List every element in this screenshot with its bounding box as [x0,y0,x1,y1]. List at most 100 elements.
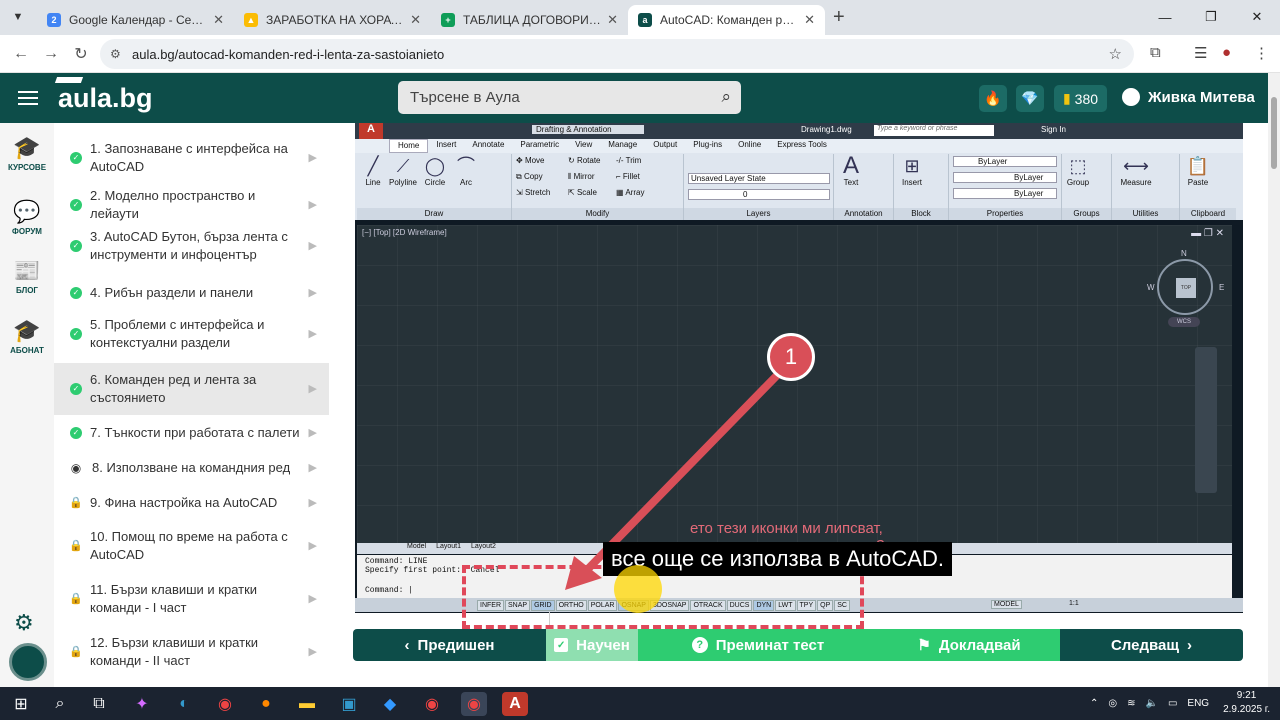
lesson-item[interactable]: 🔒 11. Бързи клавиши и кратки команди - I … [54,581,329,617]
forward-icon[interactable]: → [36,45,66,63]
settings-gear-icon[interactable]: ⚙ [14,610,34,636]
command-input[interactable]: Command: | [365,586,413,595]
volume-icon[interactable]: 🔈 [1146,698,1158,709]
ribbon-tab[interactable]: Express Tools [769,139,835,153]
close-window-button[interactable]: ✕ [1234,0,1280,34]
ribbon-tab[interactable]: Annotate [464,139,512,153]
annotation-scale[interactable]: 1:1 [1069,600,1079,607]
lesson-item[interactable]: ✓ 3. AutoCAD Бутон, бърза лента с инструм… [54,228,329,264]
user-menu[interactable]: Живка Митева [1122,88,1255,106]
page-scrollbar[interactable] [1268,73,1280,687]
minimize-button[interactable]: — [1142,0,1188,34]
measure-tool[interactable]: ⟷ Measure [1116,156,1156,187]
play-icon[interactable]: ▶ [309,149,317,167]
ribbon-tab[interactable]: Output [645,139,685,153]
battery-icon[interactable]: ▭ [1168,698,1177,709]
play-icon[interactable]: ▶ [309,424,317,442]
leftnav-item-блог[interactable]: 📰 БЛОГ [0,258,54,295]
chevron-up-icon[interactable]: ⌃ [1090,698,1098,709]
task-view-icon[interactable]: ⧉ [86,692,112,716]
ribbon-tab[interactable]: Manage [600,139,645,153]
url-field[interactable]: ⚙ aula.bg/autocad-komanden-red-i-lenta-z… [100,39,1134,69]
leftnav-item-абонат[interactable]: 🎓 АБОНАТ [0,318,54,355]
lesson-item[interactable]: ✓ 1. Запознаване с интерфейса на AutoCAD ▶ [54,140,329,176]
arc-tool[interactable]: ⌒ Arc [453,156,479,187]
array-tool[interactable]: ▦ Array [616,188,644,197]
tab-search-button[interactable]: ▼ [5,4,31,30]
wifi-icon[interactable]: ≋ [1127,698,1135,709]
chrome-profile-icon[interactable]: ◉ [419,692,445,716]
ribbon-tab[interactable]: Insert [428,139,464,153]
coins-badge[interactable]: ▮ 380 [1054,85,1107,112]
group-tool[interactable]: ⬚ Group [1064,156,1092,187]
passed-test-button[interactable]: ? Преминат тест [638,629,878,661]
screen-recorder-icon[interactable]: ▣ [336,692,362,716]
paste-tool[interactable]: 📋 Paste [1184,156,1212,187]
play-icon[interactable]: ▶ [309,237,317,255]
workspace-dropdown[interactable]: Drafting & Annotation [532,125,644,134]
ribbon-tab[interactable]: Online [730,139,769,153]
edge-icon[interactable]: ◐ [171,692,197,716]
meet-now-icon[interactable]: ◎ [1108,698,1117,709]
learned-button[interactable]: ✓ Научен [546,629,638,661]
lesson-item[interactable]: ✓ 7. Тънкости при работата с палети ▶ [54,421,329,445]
browser-tab[interactable]: a AutoCAD: Команден ред и ✕ [628,5,825,35]
chrome-active-icon[interactable]: ◉ [461,692,487,716]
close-tab-icon[interactable]: ✕ [804,12,815,28]
move-tool[interactable]: ✥ Move [516,156,545,165]
scrollbar-thumb[interactable] [1271,97,1277,169]
lineweight-dropdown[interactable]: ByLayer [953,188,1057,199]
viewport-label[interactable]: [−] [Top] [2D Wireframe] [362,228,447,237]
firefox-icon[interactable]: ● [253,692,279,716]
play-icon[interactable]: ▶ [309,643,317,661]
close-tab-icon[interactable]: ✕ [213,12,224,28]
circle-tool[interactable]: ◯ Circle [421,156,449,187]
play-icon[interactable]: ▶ [309,325,317,343]
lesson-item[interactable]: 🔒 9. Фина настройка на AutoCAD ▶ [54,491,329,515]
autocad-search[interactable]: Type a keyword or phrase [874,125,994,136]
trim-tool[interactable]: -/- Trim [616,156,641,165]
next-button[interactable]: Следващ › [1060,629,1243,661]
search-icon[interactable]: ⌕ [47,692,73,716]
streak-flame-icon[interactable]: 🔥 [979,85,1007,112]
rotate-tool[interactable]: ↻ Rotate [568,156,601,165]
ribbon-tab[interactable]: Home [389,139,429,153]
app-icon[interactable]: ◆ [377,692,403,716]
file-explorer-icon[interactable]: ▬ [294,692,320,716]
fillet-tool[interactable]: ⌐ Fillet [616,172,640,181]
lesson-item[interactable]: ✓ 6. Команден ред и лента за състоянието ▶ [54,363,329,415]
previous-button[interactable]: ‹ Предишен [353,629,546,661]
mirror-tool[interactable]: ⫴ Mirror [568,172,594,182]
polyline-tool[interactable]: ⟋ Polyline [387,156,419,187]
layer-dropdown[interactable]: 0 [688,189,830,200]
profile-extension-icon[interactable]: ● [1222,44,1231,61]
play-icon[interactable]: ▶ [309,284,317,302]
insert-tool[interactable]: ⊞ Insert [898,156,926,187]
autocad-signin[interactable]: Sign In [1041,125,1066,134]
lesson-item[interactable]: ✓ 2. Моделно пространство и лейаути ▶ [54,188,329,221]
back-icon[interactable]: ← [6,45,36,63]
wcs-menu[interactable]: WCS [1168,317,1200,327]
site-search-input[interactable]: Търсене в Аула ⌕ [398,81,741,114]
browser-tab[interactable]: ▲ ЗАРАБОТКА НА ХОРАТА 2025 ✕ [234,5,431,35]
autocad-logo-icon[interactable]: A [359,123,383,139]
report-button[interactable]: ⚑ Докладвай [878,629,1060,661]
diamond-icon[interactable]: 💎 [1016,85,1044,112]
play-icon[interactable]: ▶ [309,196,317,214]
bookmark-star-icon[interactable]: ☆ [1109,45,1122,63]
chrome-icon[interactable]: ◉ [212,692,238,716]
play-icon[interactable]: ▶ [309,459,317,477]
close-tab-icon[interactable]: ✕ [410,12,421,28]
lesson-item[interactable]: 🔒 12. Бързи клавиши и кратки команди - II… [54,634,329,670]
lesson-item[interactable]: ◉ 8. Използване на командния ред ▶ [54,456,329,480]
lesson-item[interactable]: ✓ 4. Рибън раздели и панели ▶ [54,281,329,305]
layout-tab[interactable]: Layout1 [436,543,461,550]
play-icon[interactable]: ▶ [309,537,317,555]
ribbon-tab[interactable]: Plug-ins [685,139,730,153]
clock[interactable]: 9:21 2.9.2025 г. [1223,689,1270,717]
lesson-item[interactable]: ✓ 5. Проблеми с интерфейса и контекстуалн… [54,316,329,352]
viewport-controls[interactable]: ▬ ❐ ✕ [1191,228,1224,239]
navigation-bar[interactable] [1195,347,1217,493]
theme-toggle-button[interactable] [9,643,47,681]
stretch-tool[interactable]: ⇲ Stretch [516,188,550,197]
